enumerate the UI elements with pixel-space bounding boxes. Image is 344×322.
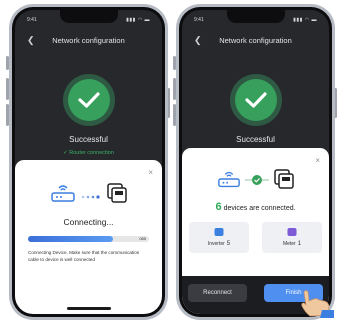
signal-wifi-battery-icon: ▮▮▮ ◠ ▬: [293, 17, 317, 23]
success-title: Successful: [236, 135, 275, 144]
status-bar: 9:41 ▮▮▮ ◠ ▬: [15, 15, 162, 25]
success-check-icon: [62, 74, 115, 126]
status-bar: 9:41 ▮▮▮ ◠ ▬: [182, 15, 329, 25]
success-title: Successful: [69, 135, 108, 144]
close-icon[interactable]: ×: [315, 156, 320, 165]
home-indicator: [66, 307, 111, 310]
page-title: Network configuration: [219, 36, 292, 45]
status-time: 9:41: [194, 17, 204, 23]
progress-dots-icon: [80, 187, 102, 205]
device-icon: [273, 168, 295, 195]
connection-diagram: [182, 168, 329, 195]
nav-bar: ❮ Network configuration: [15, 34, 162, 48]
device-icon: [106, 182, 128, 209]
router-icon: [217, 169, 241, 194]
left-phone-frame: 9:41 ▮▮▮ ◠ ▬ ❮ Network configuration Suc…: [9, 4, 168, 320]
devices-connected-text: devices are connected.: [223, 205, 296, 212]
page-title: Network configuration: [52, 36, 125, 45]
right-phone-screen: 9:41 ▮▮▮ ◠ ▬ ❮ Network configuration Suc…: [182, 10, 329, 314]
inverter-icon: [214, 228, 224, 236]
tapping-hand-icon: [301, 290, 334, 318]
connection-diagram: [15, 182, 162, 209]
connecting-sheet: × Connecting... 085 Connecting Device, M…: [15, 160, 162, 314]
right-phone-frame: 9:41 ▮▮▮ ◠ ▬ ❮ Network configuration Suc…: [176, 4, 335, 320]
connected-check-icon: [244, 173, 269, 191]
progress-fill: [28, 236, 113, 242]
left-phone-screen: 9:41 ▮▮▮ ◠ ▬ ❮ Network configuration Suc…: [15, 10, 162, 314]
success-check-icon: [229, 74, 282, 126]
device-count: 6: [215, 201, 222, 213]
close-icon[interactable]: ×: [148, 168, 153, 177]
inverter-count: 5: [226, 241, 231, 247]
inverter-info: Inverter 5: [189, 241, 249, 247]
meter-icon: [287, 228, 297, 236]
reconnect-button[interactable]: Reconnect: [188, 284, 247, 302]
devices-connected-summary: 6 devices are connected.: [182, 201, 329, 213]
status-time: 9:41: [27, 17, 37, 23]
progress-label: 085: [139, 236, 146, 241]
connection-hint: Connecting Device, Make sure that the co…: [28, 250, 140, 262]
connection-progress-bar: 085: [28, 236, 149, 242]
connecting-title: Connecting...: [63, 217, 114, 227]
inverter-card[interactable]: Inverter 5: [189, 222, 249, 253]
signal-wifi-battery-icon: ▮▮▮ ◠ ▬: [126, 17, 150, 23]
router-connection-status: ✓ Router connection: [63, 150, 114, 156]
inverter-label: Inverter: [207, 241, 225, 247]
meter-count: 1: [297, 241, 302, 247]
router-icon: [50, 183, 76, 208]
meter-card[interactable]: Meter 1: [262, 222, 322, 253]
meter-info: Meter 1: [262, 241, 322, 247]
meter-label: Meter: [282, 241, 296, 247]
nav-bar: ❮ Network configuration: [182, 34, 329, 48]
